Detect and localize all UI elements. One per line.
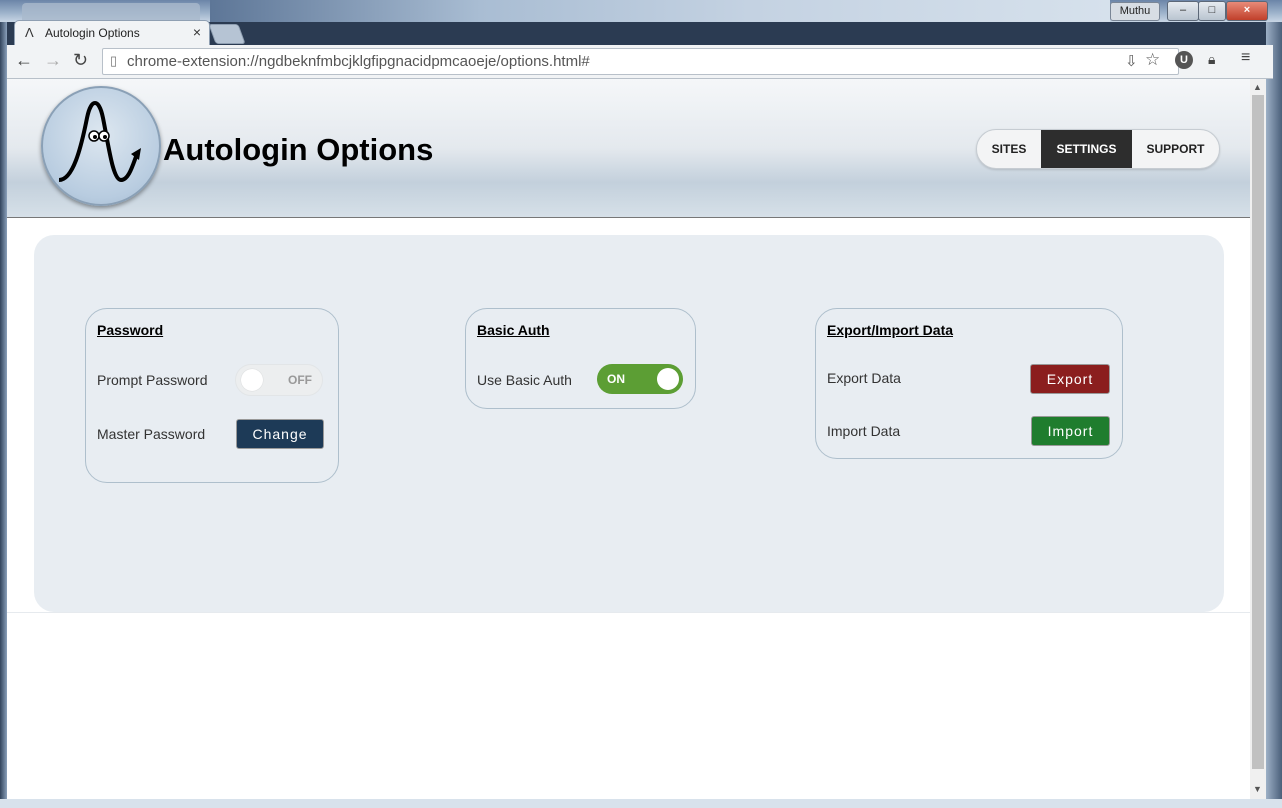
window-right-border xyxy=(1266,22,1282,799)
nav-sites-tab[interactable]: SITES xyxy=(977,130,1041,168)
download-icon[interactable]: ⇩ xyxy=(1125,52,1138,70)
background-tab[interactable] xyxy=(22,3,200,21)
profile-user-button[interactable]: Muthu xyxy=(1110,2,1160,21)
toggle-state-text: ON xyxy=(607,372,625,386)
autologin-logo xyxy=(41,86,161,206)
export-import-card-title: Export/Import Data xyxy=(827,322,954,338)
scroll-up-arrow-icon[interactable]: ▲ xyxy=(1253,82,1262,92)
scrollbar-thumb[interactable] xyxy=(1252,95,1264,769)
browser-toolbar: ← → ↻ ▯ chrome-extension://ngdbeknfmbcjk… xyxy=(7,45,1273,79)
use-basic-auth-label: Use Basic Auth xyxy=(477,372,572,388)
extension-u-icon[interactable]: U xyxy=(1175,51,1193,69)
nav-support-tab[interactable]: SUPPORT xyxy=(1132,130,1219,168)
reload-icon[interactable]: ↻ xyxy=(73,50,88,71)
titlebar-background xyxy=(210,0,1110,22)
nav-settings-tab[interactable]: SETTINGS xyxy=(1041,130,1132,168)
toggle-state-text: OFF xyxy=(288,373,312,387)
url-text[interactable]: chrome-extension://ngdbeknfmbcjklgfipgna… xyxy=(127,53,590,70)
export-data-label: Export Data xyxy=(827,370,901,386)
change-password-button[interactable]: Change xyxy=(236,419,324,449)
basic-auth-card-title: Basic Auth xyxy=(477,322,550,338)
prompt-password-label: Prompt Password xyxy=(97,372,208,388)
basic-auth-toggle[interactable]: ON xyxy=(597,364,683,394)
new-tab-button[interactable] xyxy=(208,24,246,44)
toggle-knob xyxy=(657,368,679,390)
prompt-password-toggle[interactable]: OFF xyxy=(235,364,323,396)
window-bottom-border xyxy=(0,799,1282,808)
browser-tab-active[interactable]: Λ Autologin Options × xyxy=(14,20,210,46)
page-viewport: Autologin Options SITES SETTINGS SUPPORT… xyxy=(7,79,1250,799)
close-window-button[interactable]: × xyxy=(1226,1,1268,21)
export-import-card: Export/Import Data Export Data Export Im… xyxy=(815,308,1123,459)
tab-close-icon[interactable]: × xyxy=(193,24,201,40)
autologin-favicon-icon: Λ xyxy=(25,25,34,40)
address-bar[interactable]: ▯ chrome-extension://ngdbeknfmbcjklgfipg… xyxy=(102,48,1179,75)
export-button[interactable]: Export xyxy=(1030,364,1110,394)
password-card-title: Password xyxy=(97,322,164,338)
bookmark-star-icon[interactable]: ☆ xyxy=(1145,50,1160,70)
back-arrow-icon[interactable]: ← xyxy=(15,50,33,71)
main-nav: SITES SETTINGS SUPPORT xyxy=(976,129,1220,169)
vertical-scrollbar[interactable]: ▲ ▼ xyxy=(1250,79,1266,799)
toggle-knob xyxy=(241,369,263,391)
basic-auth-card: Basic Auth Use Basic Auth ON xyxy=(465,308,696,409)
scroll-down-arrow-icon[interactable]: ▼ xyxy=(1253,784,1262,794)
password-card: Password Prompt Password OFF Master Pass… xyxy=(85,308,339,483)
page-document-icon: ▯ xyxy=(110,53,118,68)
minimize-button[interactable]: – xyxy=(1167,1,1199,21)
settings-panel: Password Prompt Password OFF Master Pass… xyxy=(34,235,1224,612)
master-password-label: Master Password xyxy=(97,426,206,442)
window-left-border xyxy=(0,22,7,799)
import-button[interactable]: Import xyxy=(1031,416,1110,446)
tab-title: Autologin Options xyxy=(45,26,140,40)
logo-glyph-icon xyxy=(58,101,141,183)
forward-arrow-icon[interactable]: → xyxy=(44,50,62,71)
import-data-label: Import Data xyxy=(827,423,901,439)
page-header: Autologin Options SITES SETTINGS SUPPORT xyxy=(7,79,1250,218)
extension-lock-icon[interactable]: 🔒︎ xyxy=(1208,51,1215,68)
content-divider xyxy=(7,612,1250,613)
page-title: Autologin Options xyxy=(163,132,434,167)
menu-hamburger-icon[interactable]: ≡ xyxy=(1241,49,1250,67)
maximize-button[interactable]: □ xyxy=(1198,1,1226,21)
